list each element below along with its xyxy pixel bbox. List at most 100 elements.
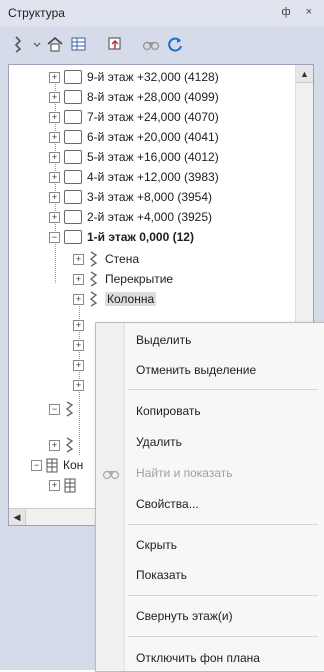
expand-icon[interactable]: + <box>49 171 60 183</box>
expand-icon[interactable]: + <box>49 71 60 83</box>
binoculars-icon <box>102 467 120 481</box>
structure-element-icon <box>64 437 76 453</box>
menu-item-find-and-show: Найти и показать <box>136 466 233 480</box>
expand-icon[interactable]: + <box>49 131 60 143</box>
expand-icon[interactable]: + <box>49 111 60 123</box>
expand-icon[interactable]: + <box>49 439 60 451</box>
tree-floor-3[interactable]: + 3-й этаж +8,000 (3954) <box>49 187 212 207</box>
panel-titlebar: Структура ф × <box>0 0 324 26</box>
tree-item-slab[interactable]: + Перекрытие <box>73 269 173 289</box>
expand-icon[interactable]: + <box>73 379 84 391</box>
dropdown-icon[interactable] <box>32 33 42 55</box>
folder-icon <box>64 230 82 244</box>
tree-item-column[interactable]: + Колонна <box>73 289 157 309</box>
expand-icon[interactable]: + <box>49 479 60 491</box>
tree-item-wall[interactable]: + Стена <box>73 249 139 269</box>
folder-icon <box>64 130 82 144</box>
building-icon <box>64 477 76 493</box>
context-menu: Выделить Отменить выделение Копировать У… <box>95 322 324 672</box>
menu-item-properties[interactable]: Свойства... <box>136 497 199 511</box>
tree-floor-6[interactable]: + 6-й этаж +20,000 (4041) <box>49 127 219 147</box>
structure-element-icon <box>64 401 76 417</box>
item-label: Колонна <box>105 292 157 306</box>
tree-item-row[interactable]: − <box>49 399 81 419</box>
expand-icon[interactable]: + <box>73 359 84 371</box>
floor-label: 5-й этаж +16,000 (4012) <box>87 150 219 164</box>
item-label: Стена <box>105 252 140 266</box>
collapse-icon[interactable]: − <box>49 231 60 243</box>
home-icon[interactable] <box>44 33 66 55</box>
panel-title: Структура <box>8 6 65 20</box>
menu-item-deselect[interactable]: Отменить выделение <box>136 363 256 377</box>
menu-item-show[interactable]: Показать <box>136 568 187 582</box>
tree-floor-7[interactable]: + 7-й этаж +24,000 (4070) <box>49 107 219 127</box>
menu-item-collapse-floors[interactable]: Свернуть этаж(и) <box>136 609 233 623</box>
structure-element-icon <box>88 291 100 307</box>
folder-icon <box>64 110 82 124</box>
collapse-icon[interactable]: − <box>49 403 60 415</box>
floor-label: 6-й этаж +20,000 (4041) <box>87 130 219 144</box>
menu-separator <box>128 595 318 596</box>
floor-label: 9-й этаж +32,000 (4128) <box>87 70 219 84</box>
floor-label: 2-й этаж +4,000 (3925) <box>87 210 213 224</box>
expand-icon[interactable]: + <box>49 151 60 163</box>
menu-separator <box>128 524 318 525</box>
tree-floor-4[interactable]: + 4-й этаж +12,000 (3983) <box>49 167 219 187</box>
tree-item-row[interactable]: + <box>73 375 88 395</box>
tree-item-row[interactable]: + <box>49 475 81 495</box>
tree-floor-5[interactable]: + 5-й этаж +16,000 (4012) <box>49 147 219 167</box>
building-icon <box>46 457 58 473</box>
folder-icon <box>64 210 82 224</box>
folder-icon <box>64 70 82 84</box>
floor-label: 1-й этаж 0,000 (12) <box>87 230 194 244</box>
item-label: Перекрытие <box>105 272 174 286</box>
tree-floor-2[interactable]: + 2-й этаж +4,000 (3925) <box>49 207 212 227</box>
tree-floor-8[interactable]: + 8-й этаж +28,000 (4099) <box>49 87 219 107</box>
expand-icon[interactable]: + <box>73 253 84 265</box>
menu-item-select[interactable]: Выделить <box>136 333 191 347</box>
binoculars-icon[interactable] <box>140 33 162 55</box>
menu-item-hide[interactable]: Скрыть <box>136 538 177 552</box>
collapse-icon[interactable]: − <box>31 459 42 471</box>
expand-icon[interactable]: + <box>73 293 84 305</box>
menu-item-disable-plan-background[interactable]: Отключить фон плана <box>136 651 260 665</box>
structure-filter-icon[interactable] <box>8 33 30 55</box>
menu-item-delete[interactable]: Удалить <box>136 435 182 449</box>
scroll-up-icon[interactable]: ▲ <box>296 65 313 83</box>
menu-separator <box>128 389 318 390</box>
folder-icon <box>64 170 82 184</box>
refresh-icon[interactable] <box>164 33 186 55</box>
structure-element-icon <box>88 271 100 287</box>
grid-view-icon[interactable] <box>68 33 90 55</box>
structure-element-icon <box>88 251 100 267</box>
item-label: Кон <box>63 458 84 472</box>
expand-icon[interactable]: + <box>49 211 60 223</box>
menu-icon-gutter <box>96 323 125 671</box>
expand-icon[interactable]: + <box>49 191 60 203</box>
scroll-left-icon[interactable]: ◀ <box>9 509 26 525</box>
layers-icon[interactable] <box>104 33 126 55</box>
folder-icon <box>64 90 82 104</box>
tree-item-row[interactable]: + <box>49 435 81 455</box>
expand-icon[interactable]: + <box>49 91 60 103</box>
tree-floor-1[interactable]: − 1-й этаж 0,000 (12) <box>49 227 194 247</box>
floor-label: 3-й этаж +8,000 (3954) <box>87 190 213 204</box>
folder-icon <box>64 150 82 164</box>
tree-item-row[interactable]: + <box>73 335 88 355</box>
toolbar <box>0 26 324 62</box>
tree-floor-9[interactable]: + 9-й этаж +32,000 (4128) <box>49 67 219 87</box>
floor-label: 4-й этаж +12,000 (3983) <box>87 170 219 184</box>
structure-panel: Структура ф × + 9-й этаж +32,000 (4128) … <box>0 0 324 672</box>
expand-icon[interactable]: + <box>73 319 84 331</box>
expand-icon[interactable]: + <box>73 339 84 351</box>
menu-separator <box>128 636 318 637</box>
tree-item-construction[interactable]: − Кон <box>31 455 83 475</box>
expand-icon[interactable]: + <box>73 273 84 285</box>
folder-icon <box>64 190 82 204</box>
floor-label: 8-й этаж +28,000 (4099) <box>87 90 219 104</box>
panel-title-buttons[interactable]: ф × <box>281 6 318 18</box>
floor-label: 7-й этаж +24,000 (4070) <box>87 110 219 124</box>
tree-item-row[interactable]: + <box>73 355 88 375</box>
tree-item-row[interactable]: + <box>73 315 88 335</box>
menu-item-copy[interactable]: Копировать <box>136 404 201 418</box>
